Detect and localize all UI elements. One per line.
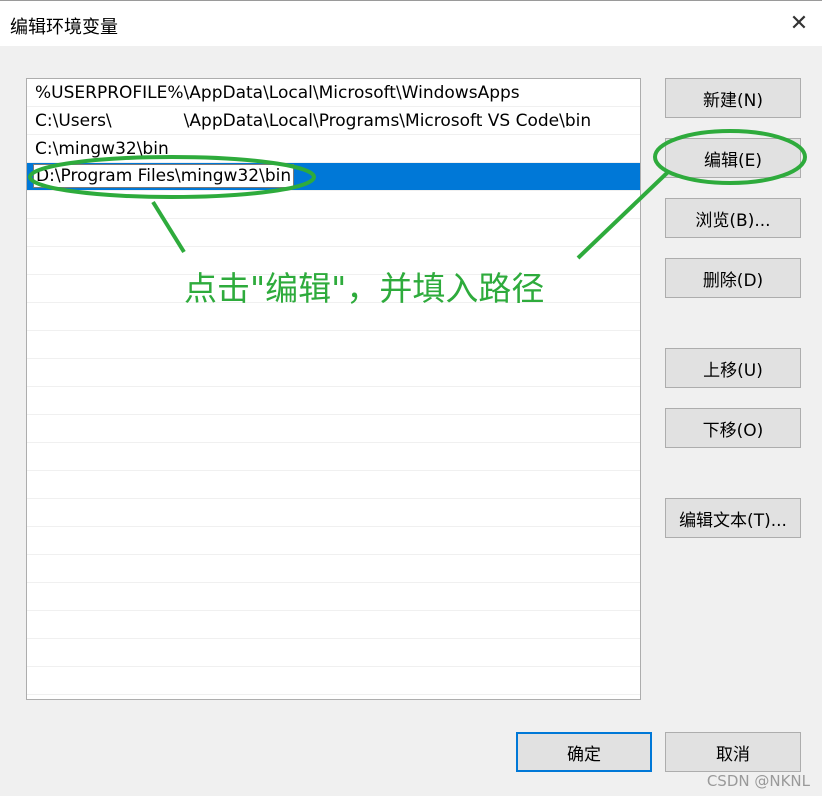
list-item-text: \AppData\Local\Programs\Microsoft VS Cod… [183, 111, 592, 131]
window-top-border [0, 0, 822, 1]
list-item-empty[interactable] [27, 387, 640, 415]
move-up-button[interactable]: 上移(U) [665, 348, 801, 388]
list-item-text: %USERPROFILE%\AppData\Local\Microsoft\Wi… [35, 83, 520, 103]
new-button[interactable]: 新建(N) [665, 78, 801, 118]
list-item[interactable]: C:\Users\ \AppData\Local\Programs\Microso… [27, 107, 640, 135]
list-item-empty[interactable] [27, 555, 640, 583]
list-item-empty[interactable] [27, 359, 640, 387]
window-title: 编辑环境变量 [10, 17, 118, 38]
list-item[interactable]: %USERPROFILE%\AppData\Local\Microsoft\Wi… [27, 79, 640, 107]
list-item-empty[interactable] [27, 219, 640, 247]
edit-text-button[interactable]: 编辑文本(T)... [665, 498, 801, 538]
ok-button[interactable]: 确定 [516, 732, 652, 772]
edit-button[interactable]: 编辑(E) [665, 138, 801, 178]
watermark: CSDN @NKNL [706, 772, 810, 790]
move-down-button[interactable]: 下移(O) [665, 408, 801, 448]
list-item-empty[interactable] [27, 527, 640, 555]
list-item-empty[interactable] [27, 443, 640, 471]
list-item-empty[interactable] [27, 611, 640, 639]
list-item-empty[interactable] [27, 415, 640, 443]
list-item-empty[interactable] [27, 471, 640, 499]
list-item-text: C:\Users\ [35, 111, 112, 131]
list-item-empty[interactable] [27, 667, 640, 695]
list-item-empty[interactable] [27, 499, 640, 527]
inline-edit-field[interactable]: D:\Program Files\mingw32\bin [33, 164, 295, 188]
list-item-selected[interactable]: D:\Program Files\mingw32\bin [27, 163, 640, 191]
annotation-text: 点击"编辑"，并填入路径 [184, 269, 545, 308]
list-item-empty[interactable] [27, 191, 640, 219]
close-button[interactable]: ✕ [776, 0, 822, 46]
title-bar: 编辑环境变量 ✕ [0, 0, 822, 46]
list-item-empty[interactable] [27, 331, 640, 359]
cancel-button[interactable]: 取消 [665, 732, 801, 772]
list-item-empty[interactable] [27, 639, 640, 667]
list-item-empty[interactable] [27, 583, 640, 611]
browse-button[interactable]: 浏览(B)... [665, 198, 801, 238]
delete-button[interactable]: 删除(D) [665, 258, 801, 298]
path-list[interactable]: %USERPROFILE%\AppData\Local\Microsoft\Wi… [26, 78, 641, 700]
list-item[interactable]: C:\mingw32\bin [27, 135, 640, 163]
list-item-text: C:\mingw32\bin [35, 139, 169, 159]
close-icon: ✕ [789, 10, 809, 36]
